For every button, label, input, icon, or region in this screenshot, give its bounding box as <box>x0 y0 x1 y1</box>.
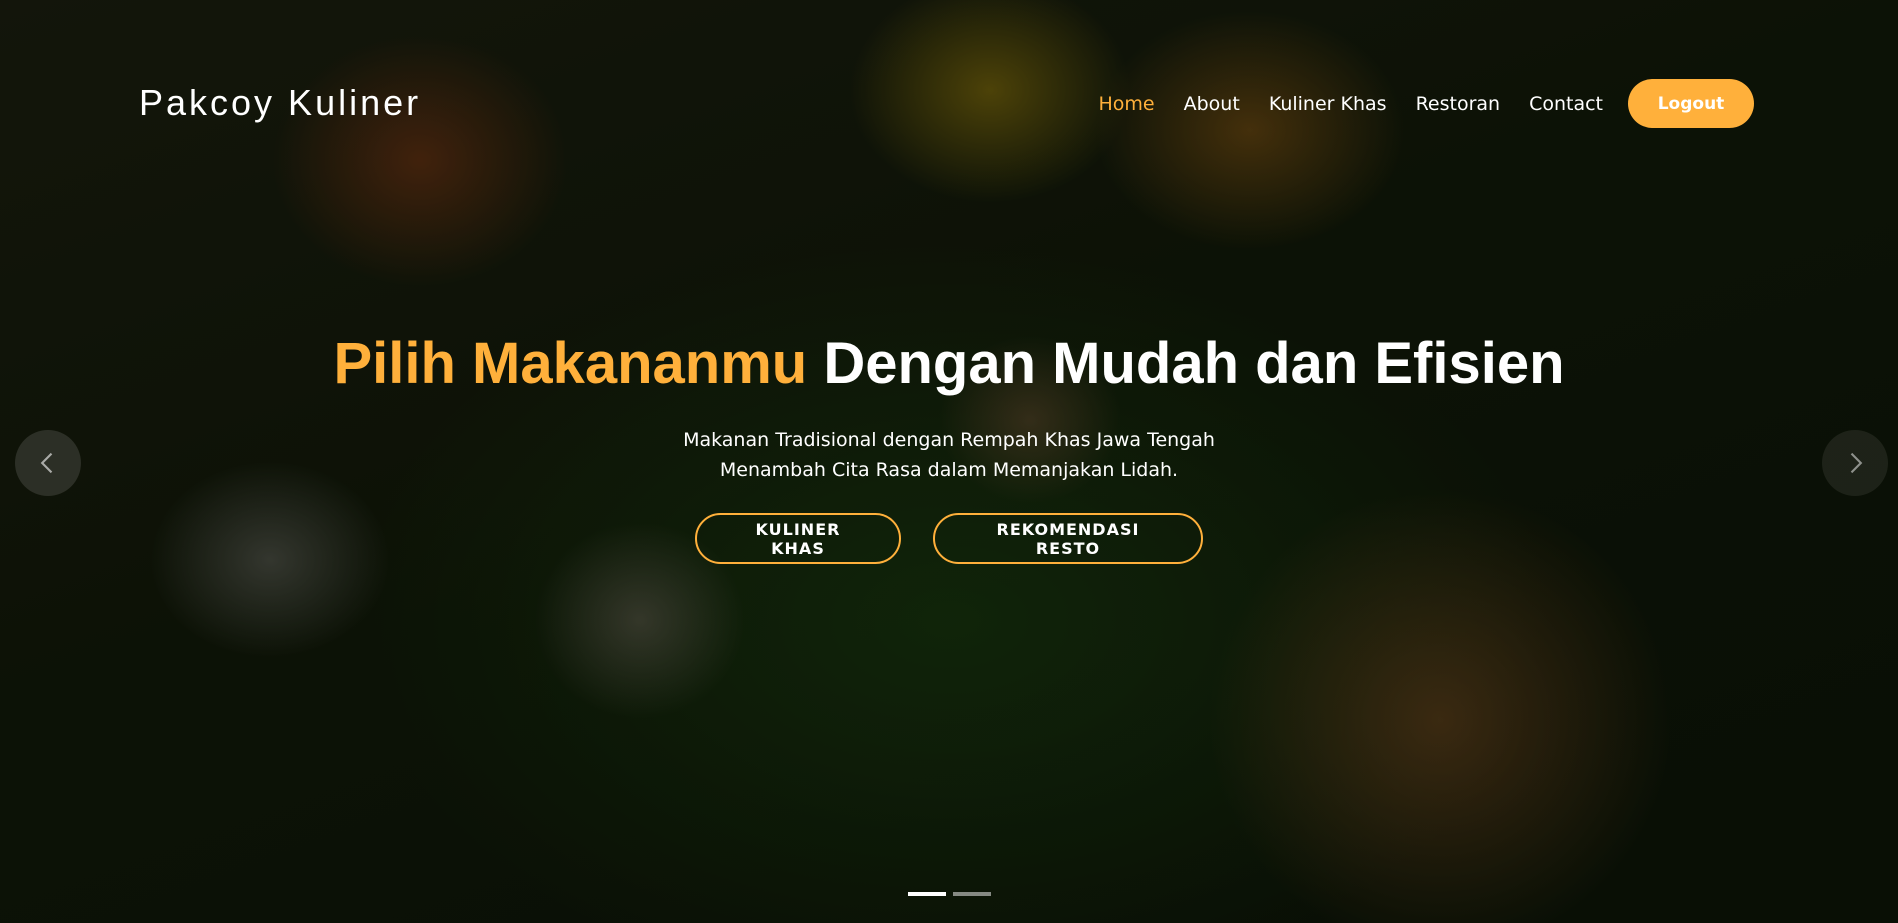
nav-menu: Home About Kuliner Khas Restoran Contact… <box>1070 79 1754 128</box>
kuliner-khas-button[interactable]: KULINER KHAS <box>695 513 901 564</box>
logout-button[interactable]: Logout <box>1628 79 1754 128</box>
nav-link-home[interactable]: Home <box>1099 93 1155 115</box>
nav-link-about[interactable]: About <box>1184 93 1240 115</box>
carousel-indicators <box>0 892 1898 896</box>
brand-logo[interactable]: Pakcoy Kuliner <box>139 82 421 124</box>
hero-content: Pilih Makananmu Dengan Mudah dan Efisien… <box>0 330 1898 564</box>
hero-section: Pakcoy Kuliner Home About Kuliner Khas R… <box>0 0 1898 923</box>
hero-title-accent: Pilih Makananmu <box>333 331 808 396</box>
carousel-indicator-2[interactable] <box>952 892 991 896</box>
navbar: Pakcoy Kuliner Home About Kuliner Khas R… <box>0 0 1898 210</box>
nav-link-kuliner-khas[interactable]: Kuliner Khas <box>1269 93 1387 115</box>
nav-link-contact[interactable]: Contact <box>1529 93 1603 115</box>
hero-subtitle: Makanan Tradisional dengan Rempah Khas J… <box>0 425 1898 485</box>
nav-link-restoran[interactable]: Restoran <box>1416 93 1501 115</box>
carousel-indicator-1[interactable] <box>907 892 946 896</box>
hero-subtitle-line2: Menambah Cita Rasa dalam Memanjakan Lida… <box>719 459 1179 481</box>
rekomendasi-resto-button[interactable]: REKOMENDASI RESTO <box>933 513 1203 564</box>
hero-subtitle-line1: Makanan Tradisional dengan Rempah Khas J… <box>683 429 1215 451</box>
hero-title: Pilih Makananmu Dengan Mudah dan Efisien <box>0 330 1898 397</box>
cta-row: KULINER KHAS REKOMENDASI RESTO <box>0 513 1898 564</box>
hero-title-rest: Dengan Mudah dan Efisien <box>823 331 1565 396</box>
